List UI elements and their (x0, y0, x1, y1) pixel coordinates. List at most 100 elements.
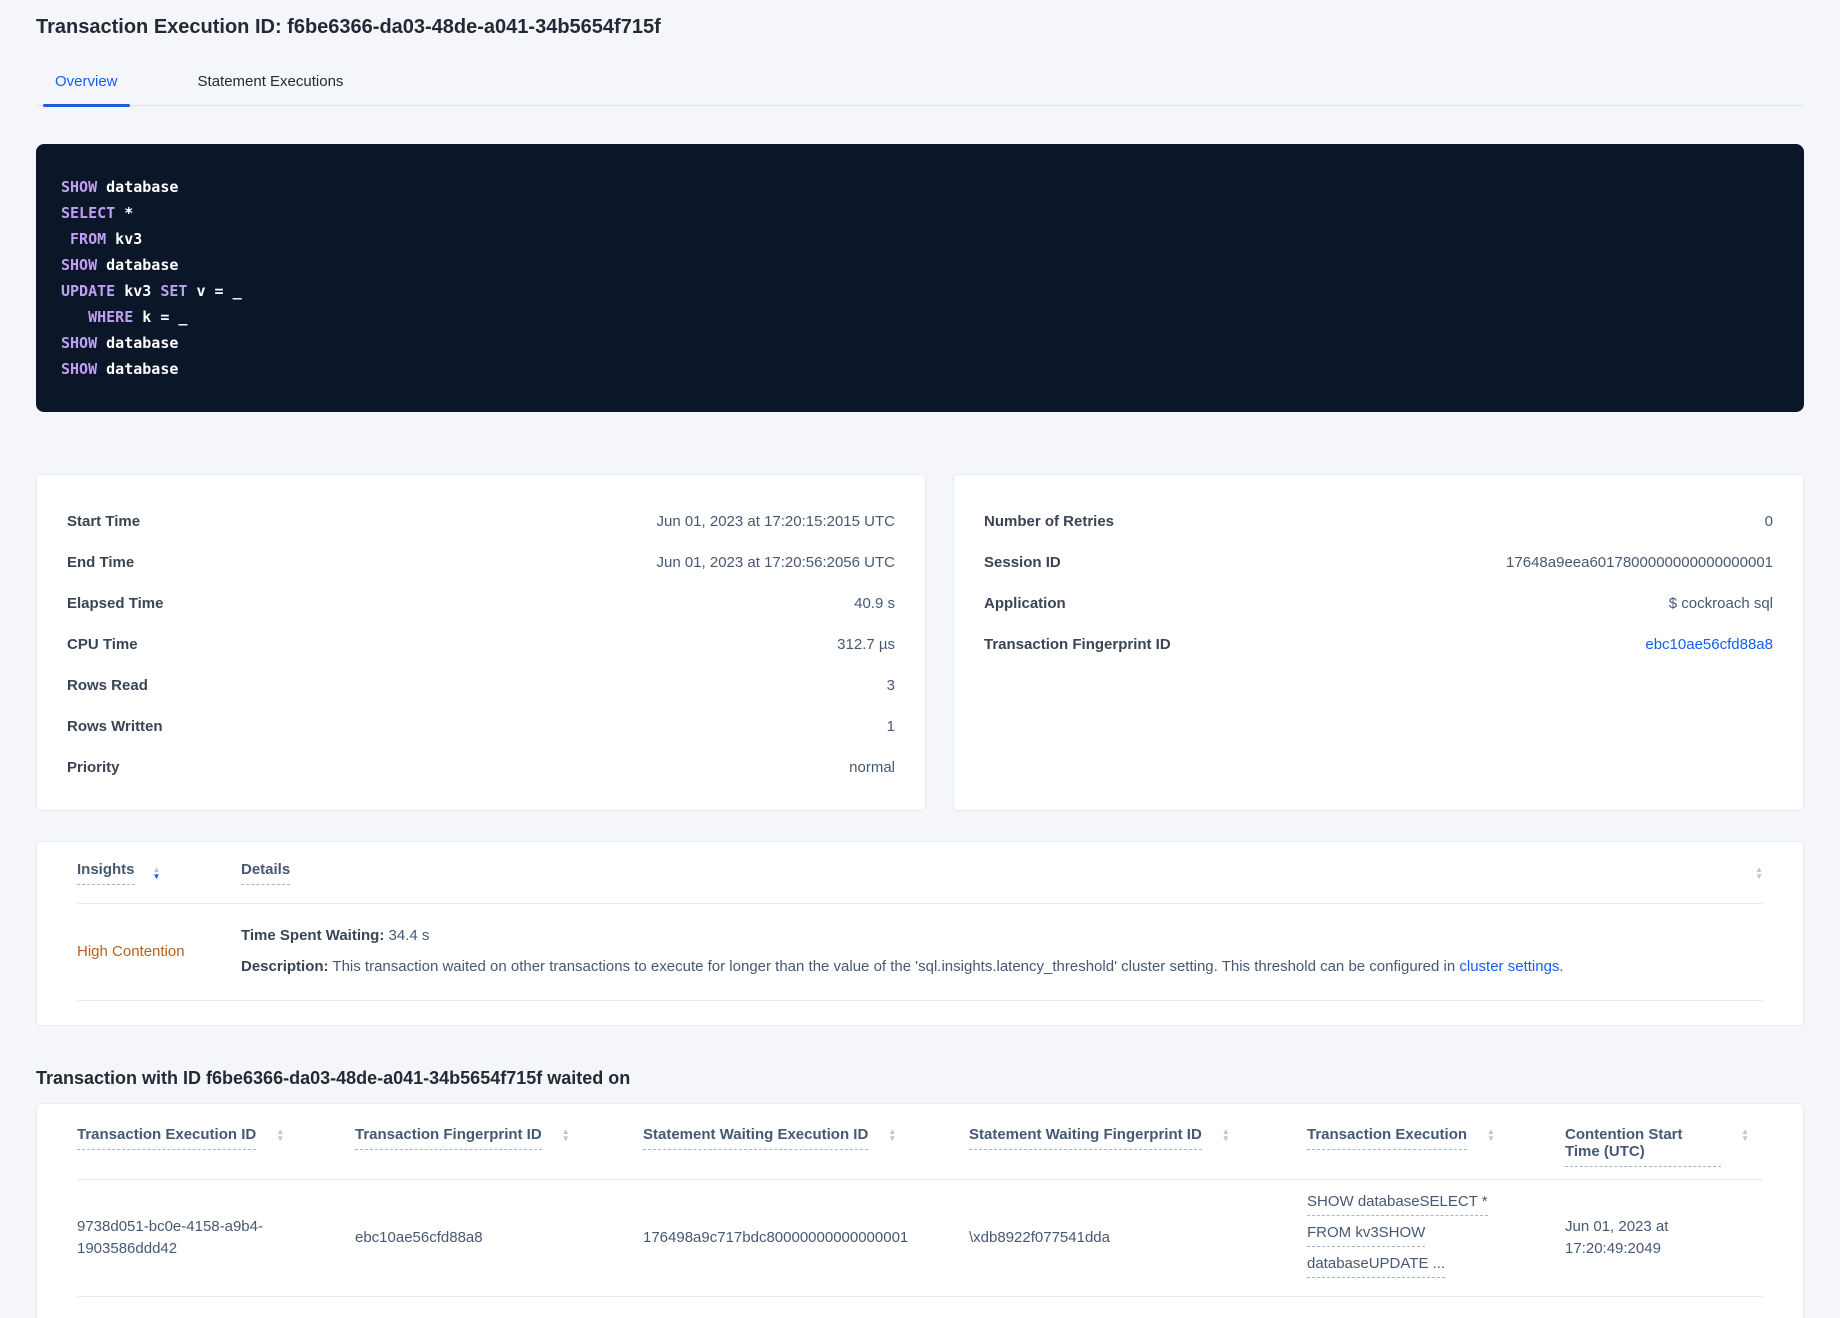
detail-row: Number of Retries 0 (984, 501, 1773, 542)
detail-row: Rows Read 3 (67, 665, 895, 706)
detail-label: Priority (67, 759, 120, 776)
detail-value: normal (849, 759, 895, 776)
details-column-label[interactable]: Details (241, 861, 291, 885)
detail-label: Rows Written (67, 718, 163, 735)
sql-code-line: SELECT * (61, 204, 134, 222)
detail-label: CPU Time (67, 636, 138, 653)
sort-arrows-icon[interactable]: ▲ ▼ (1741, 1128, 1749, 1143)
cluster-settings-link[interactable]: cluster settings (1459, 958, 1559, 975)
cell-transaction-fingerprint-id: ebc10ae56cfd88a8 (355, 1229, 483, 1246)
sort-arrows-icon[interactable]: ▲ ▼ (276, 1128, 285, 1143)
transaction-execution-line[interactable]: FROM kv3SHOW (1307, 1223, 1525, 1254)
sql-code-line: FROM kv3 (70, 230, 143, 248)
tab-statement-executions[interactable]: Statement Executions (196, 69, 346, 105)
column-header-label[interactable]: Transaction Execution ID (77, 1126, 257, 1150)
detail-value: 17648a9eea6017800000000000000001 (1506, 554, 1773, 571)
insights-column-header[interactable]: Insights ▲ ▼ (77, 861, 241, 885)
column-header-label[interactable]: Transaction Fingerprint ID (355, 1126, 542, 1150)
detail-value: 3 (886, 677, 895, 694)
detail-row: Rows Written 1 (67, 706, 895, 747)
detail-label: Number of Retries (984, 513, 1115, 530)
insight-row: High Contention Time Spent Waiting: 34.4… (77, 904, 1763, 1001)
transaction-fingerprint-link[interactable]: ebc10ae56cfd88a8 (1645, 636, 1773, 653)
insights-table-header: Insights ▲ ▼ Details ▲ ▼ (77, 842, 1763, 904)
detail-value: $ cockroach sql (1668, 595, 1773, 612)
detail-row: Application $ cockroach sql (984, 583, 1773, 624)
cell-transaction-execution-link[interactable]: SHOW databaseSELECT * FROM kv3SHOW databas… (1307, 1192, 1565, 1285)
cell-transaction-execution-id: 9738d051-bc0e-4158-a9b4-1903586ddd42 (77, 1218, 263, 1257)
tab-overview[interactable]: Overview (43, 69, 129, 107)
sql-code-line: WHERE k = _ (88, 308, 188, 326)
column-header-transaction-execution-id[interactable]: Transaction Execution ID ▲ ▼ (77, 1126, 355, 1167)
detail-row: Priority normal (67, 747, 895, 788)
transaction-execution-line[interactable]: databaseUPDATE ... (1307, 1254, 1525, 1285)
detail-row: CPU Time 312.7 µs (67, 624, 895, 665)
column-header-label[interactable]: Statement Waiting Fingerprint ID (969, 1126, 1202, 1150)
time-spent-waiting-label: Time Spent Waiting: (241, 927, 385, 944)
detail-label: Rows Read (67, 677, 148, 694)
column-header-label[interactable]: Transaction Execution (1307, 1126, 1468, 1150)
column-header-statement-waiting-execution-id[interactable]: Statement Waiting Execution ID ▲ ▼ (643, 1126, 969, 1167)
detail-value: 1 (886, 718, 895, 735)
detail-value: Jun 01, 2023 at 17:20:56:2056 UTC (656, 554, 895, 571)
cell-contention-start-time: Jun 01, 2023 at 17:20:49:2049 (1565, 1218, 1669, 1257)
description-suffix: . (1559, 958, 1564, 975)
column-header-statement-waiting-fingerprint-id[interactable]: Statement Waiting Fingerprint ID ▲ ▼ (969, 1126, 1307, 1167)
sort-down-icon: ▼ (1487, 1134, 1495, 1143)
detail-value: 312.7 µs (837, 636, 895, 653)
sql-code-line: SHOW database (61, 334, 179, 352)
sort-arrows-icon[interactable]: ▲ ▼ (152, 865, 161, 881)
transaction-execution-line[interactable]: SHOW databaseSELECT * (1307, 1192, 1525, 1223)
sort-down-icon: ▼ (888, 1134, 897, 1143)
sort-arrows-icon[interactable]: ▲ ▼ (1221, 1128, 1230, 1143)
column-header-transaction-fingerprint-id[interactable]: Transaction Fingerprint ID ▲ ▼ (355, 1126, 643, 1167)
summary-cards-row: Start Time Jun 01, 2023 at 17:20:15:2015 … (36, 474, 1804, 811)
detail-row: Start Time Jun 01, 2023 at 17:20:15:2015 … (67, 501, 895, 542)
detail-value: 40.9 s (854, 595, 895, 612)
tab-bar: Overview Statement Executions (36, 69, 1804, 107)
sql-code-line: SHOW database (61, 360, 179, 378)
sort-arrows-icon[interactable]: ▲ ▼ (888, 1128, 897, 1143)
cell-statement-waiting-execution-id: 176498a9c717bdc80000000000000001 (643, 1229, 909, 1246)
execution-details-card: Start Time Jun 01, 2023 at 17:20:15:2015 … (36, 474, 926, 811)
time-spent-waiting-value: 34.4 s (388, 927, 430, 944)
insight-type-label: High Contention (77, 942, 185, 960)
column-header-transaction-execution[interactable]: Transaction Execution ▲ ▼ (1307, 1126, 1565, 1167)
page-title: Transaction Execution ID: f6be6366-da03-… (36, 16, 661, 38)
sort-arrows-icon[interactable]: ▲ ▼ (1755, 865, 1763, 881)
waited-on-row: 9738d051-bc0e-4158-a9b4-1903586ddd42 ebc… (77, 1180, 1763, 1297)
sort-arrows-icon[interactable]: ▲ ▼ (561, 1128, 570, 1143)
insights-column-label[interactable]: Insights (77, 861, 135, 885)
transaction-execution-details-page: Transaction Execution ID: f6be6366-da03-… (0, 0, 1840, 1318)
sql-code-line: SHOW database (61, 256, 179, 274)
waited-on-header-row: Transaction Execution ID ▲ ▼ Transaction Fi… (77, 1104, 1763, 1180)
detail-row: End Time Jun 01, 2023 at 17:20:56:2056 UT… (67, 542, 895, 583)
sort-down-icon: ▼ (1221, 1134, 1230, 1143)
sort-down-icon: ▼ (1755, 871, 1763, 881)
sql-code-line: SHOW database (61, 178, 179, 196)
column-header-label[interactable]: Statement Waiting Execution ID (643, 1126, 869, 1150)
sql-statements-box: SHOW database SELECT * FROM kv3 SHOW datab… (36, 144, 1804, 412)
cell-statement-waiting-fingerprint-id: \xdb8922f077541dda (969, 1229, 1110, 1246)
description-label: Description: (241, 958, 329, 975)
detail-label: Transaction Fingerprint ID (984, 636, 1171, 653)
sort-arrows-icon[interactable]: ▲ ▼ (1487, 1128, 1495, 1143)
detail-row: Session ID 17648a9eea60178000000000000000… (984, 542, 1773, 583)
detail-label: Start Time (67, 513, 141, 530)
insights-table: Insights ▲ ▼ Details ▲ ▼ High Contention T… (36, 841, 1804, 1026)
session-details-card: Number of Retries 0 Session ID 17648a9eea60… (953, 474, 1804, 811)
insight-description: Description: This transaction waited on … (241, 951, 1763, 982)
detail-label: End Time (67, 554, 135, 571)
detail-value: 0 (1764, 513, 1773, 530)
sort-down-icon: ▼ (276, 1134, 285, 1143)
detail-row: Elapsed Time 40.9 s (67, 583, 895, 624)
detail-label: Session ID (984, 554, 1061, 571)
sort-down-icon: ▼ (1741, 1134, 1749, 1143)
sort-down-icon: ▼ (561, 1134, 570, 1143)
column-header-label[interactable]: Contention Start Time (UTC) (1565, 1126, 1722, 1167)
sort-down-icon: ▼ (152, 871, 161, 881)
insight-details: Time Spent Waiting: 34.4 s Description: … (241, 920, 1763, 982)
column-header-contention-start-time-utc-[interactable]: Contention Start Time (UTC) ▲ ▼ (1565, 1126, 1763, 1167)
detail-value: Jun 01, 2023 at 17:20:15:2015 UTC (656, 513, 895, 530)
description-text: This transaction waited on other transac… (332, 958, 1456, 975)
